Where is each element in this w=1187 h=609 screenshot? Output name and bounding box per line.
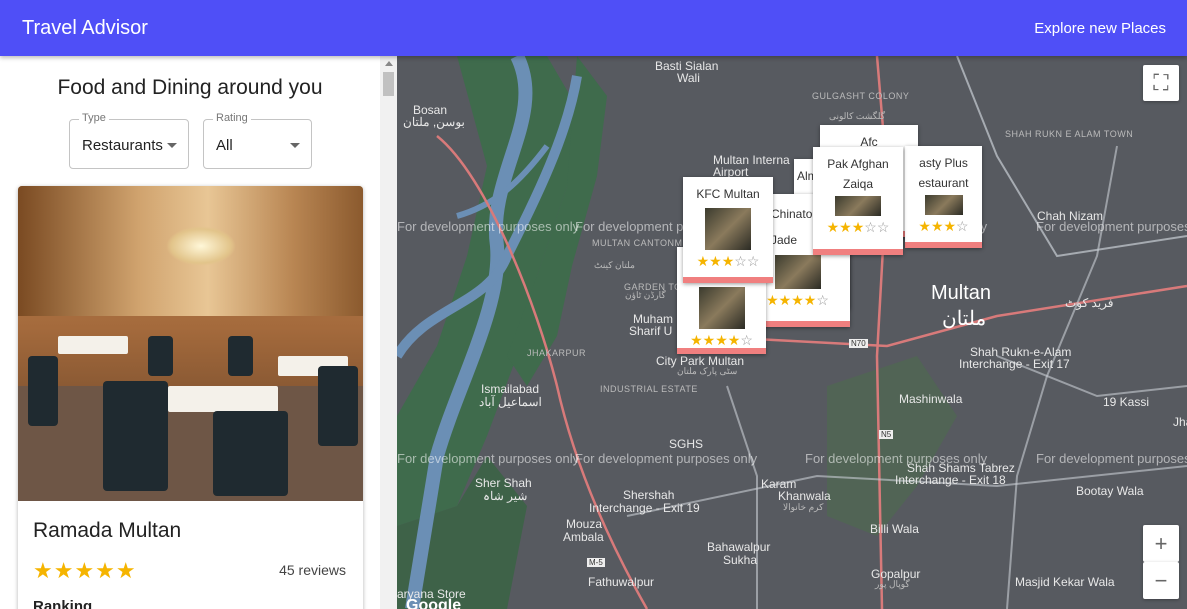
- marker-photo: [698, 287, 745, 329]
- watermark: For development purposes only: [397, 219, 580, 234]
- place-label: Jhan: [1173, 415, 1187, 429]
- place-label: Ismailabad: [481, 382, 540, 396]
- place-label: Interchange - Exit 18: [895, 473, 1006, 487]
- scrollbar-thumb[interactable]: [383, 72, 394, 96]
- type-select-label: Type: [79, 112, 109, 124]
- marker-photo: [835, 196, 881, 216]
- place-label: ملتان: [942, 308, 987, 330]
- place-photo: [18, 186, 363, 501]
- place-label: Shershah: [623, 488, 675, 502]
- place-label: SGHS: [669, 437, 704, 451]
- type-select-value: Restaurants: [82, 137, 163, 154]
- road-sign: N5: [879, 430, 894, 439]
- watermark: For development purposes only: [397, 451, 580, 466]
- marker-name: asty Plus: [919, 156, 968, 170]
- marker-photo: [774, 255, 821, 289]
- place-label: Bootay Wala: [1076, 484, 1144, 498]
- chevron-down-icon: [290, 143, 300, 148]
- place-label: گارڈن ٹاؤن: [625, 290, 666, 300]
- place-label: GULGASHT COLONY: [812, 91, 910, 101]
- place-label: Sukha: [723, 553, 758, 567]
- rating-stars: ★★★★★: [33, 558, 137, 583]
- review-count: 45 reviews: [279, 562, 346, 578]
- place-label: Mouza: [566, 517, 603, 531]
- place-name: Ramada Multan: [33, 519, 182, 542]
- marker-stars: ★★★: [696, 253, 735, 269]
- marker-name: KFC Multan: [696, 187, 760, 201]
- marker-empty-stars: ☆: [956, 218, 969, 234]
- place-label: Billi Wala: [870, 522, 919, 536]
- sidebar-heading: Food and Dining around you: [57, 76, 323, 99]
- place-label: Sharif U: [629, 324, 673, 338]
- watermark: For development purposes only: [1036, 219, 1187, 234]
- marker-empty-stars: ☆☆: [734, 253, 760, 269]
- road-sign: N70: [849, 339, 868, 348]
- fullscreen-icon[interactable]: ⛶: [1143, 65, 1179, 101]
- place-label: Mashinwala: [899, 392, 963, 406]
- zoom-out-button[interactable]: −: [1143, 562, 1179, 599]
- marker-name-2: estaurant: [918, 176, 969, 190]
- place-label: بوسن, ملتان: [403, 115, 465, 129]
- zoom-in-button[interactable]: +: [1143, 525, 1179, 562]
- marker-empty-stars: ☆: [740, 332, 753, 348]
- road-sign: M-5: [587, 558, 605, 567]
- place-label: SHAH RUKN E ALAM TOWN: [1005, 129, 1134, 139]
- map-marker-kfc[interactable]: KFC Multan ★★★☆☆: [683, 177, 773, 283]
- ranking-label: Ranking: [33, 598, 93, 609]
- marker-photo: [705, 208, 751, 250]
- marker-stars: ★★★: [826, 219, 865, 235]
- sidebar: Food and Dining around you Type Restaura…: [0, 56, 397, 609]
- marker-stars: ★★★★: [766, 292, 817, 308]
- map-marker[interactable]: asty Plus estaurant ★★★☆: [905, 146, 982, 248]
- place-label: Bahawalpur: [707, 540, 771, 554]
- place-label: Fathuwalpur: [588, 575, 655, 589]
- marker-name-2: Jade: [771, 233, 798, 247]
- chevron-down-icon: [167, 143, 177, 148]
- place-label: Interchange - Exit 19: [589, 501, 700, 515]
- place-label: سٹی پارک ملتان: [677, 366, 738, 376]
- place-card[interactable]: Ramada Multan ★★★★★ 45 reviews Ranking: [18, 186, 363, 609]
- scroll-up-arrow-icon[interactable]: [385, 61, 393, 66]
- place-label: ملتان کینٹ: [594, 260, 635, 270]
- place-label: Interchange - Exit 17: [959, 357, 1070, 371]
- place-label: 19 Kassi: [1103, 395, 1150, 409]
- place-label: Multan: [931, 282, 992, 304]
- place-label: JHAKARPUR: [527, 348, 587, 358]
- place-label: اسماعیل آباد: [479, 395, 542, 409]
- watermark: For development purposes only: [805, 451, 988, 466]
- marker-stars: ★★★: [918, 218, 957, 234]
- place-label: Masjid Kekar Wala: [1015, 575, 1115, 589]
- marker-photo: [924, 195, 963, 215]
- place-label: فرید کوٹ: [1065, 296, 1114, 310]
- place-label: Ambala: [563, 530, 604, 544]
- place-label: INDUSTRIAL ESTATE: [600, 384, 698, 394]
- app-title[interactable]: Travel Advisor: [22, 17, 148, 40]
- google-logo: Google: [406, 597, 462, 609]
- watermark: For development purposes only: [1036, 451, 1187, 466]
- marker-name: Chinato: [771, 207, 813, 221]
- marker-stars: ★★★★: [690, 332, 741, 348]
- sidebar-scrollbar[interactable]: [380, 56, 397, 609]
- chandelier: [166, 226, 236, 266]
- app-bar: Travel Advisor Explore new Places: [0, 0, 1187, 56]
- place-label: گوپال پور: [875, 579, 910, 589]
- rating-select-value: All: [216, 137, 233, 154]
- watermark: For development purposes only: [575, 451, 758, 466]
- place-label: Sher Shah: [475, 476, 532, 490]
- place-label: Wali: [677, 71, 700, 85]
- marker-empty-stars: ☆☆: [864, 219, 890, 235]
- map-marker-pak-afghan-zaiqa[interactable]: Pak Afghan Zaiqa ★★★☆☆: [813, 147, 903, 255]
- place-label: گلگشت کالونی: [829, 111, 886, 121]
- explore-new-places-link[interactable]: Explore new Places: [1034, 20, 1166, 37]
- map[interactable]: Basti Sialan Wali Bosan بوسن, ملتان GULG…: [397, 56, 1187, 609]
- place-label: شیر شاہ: [483, 489, 528, 503]
- place-label: Khanwala: [778, 489, 831, 503]
- rating-select-label: Rating: [213, 112, 251, 124]
- marker-empty-stars: ☆: [816, 292, 829, 308]
- place-label: کرم خانوالا: [783, 502, 824, 512]
- rating-select[interactable]: Rating All: [203, 112, 312, 169]
- marker-name: Pak Afghan Zaiqa: [827, 157, 889, 191]
- type-select[interactable]: Type Restaurants: [69, 112, 189, 169]
